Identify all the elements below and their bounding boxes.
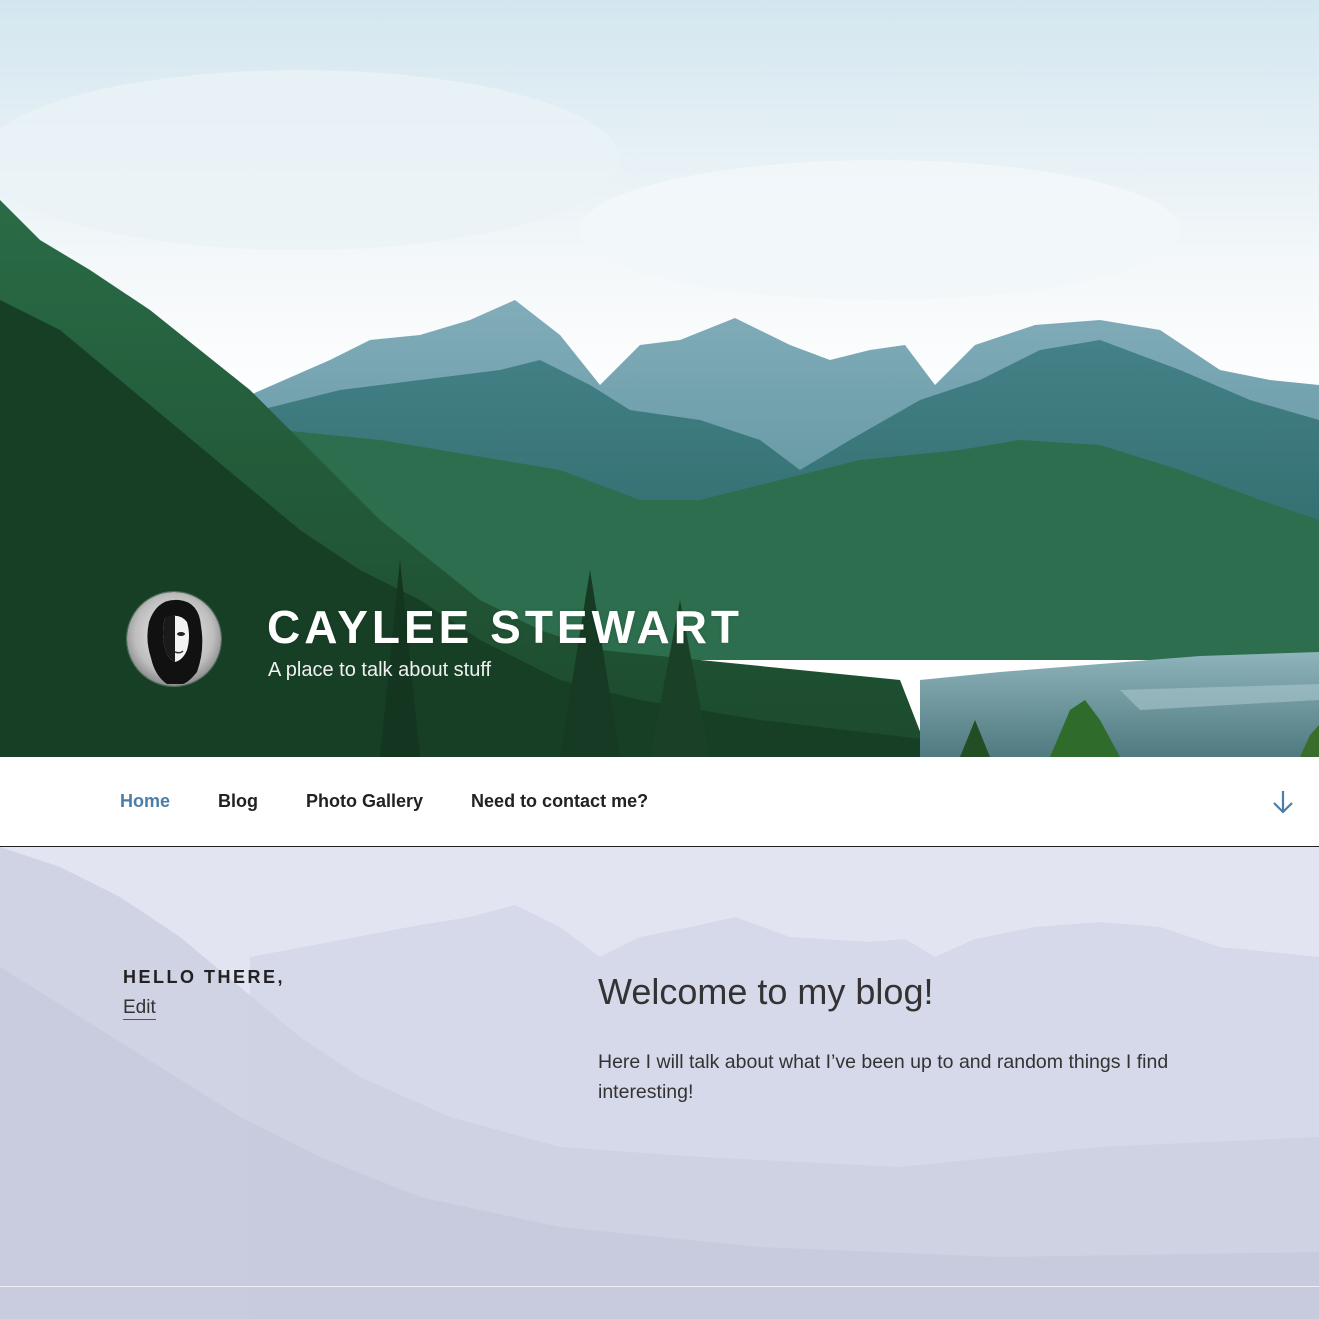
nav-item-blog[interactable]: Blog — [218, 791, 258, 812]
nav-item-home[interactable]: Home — [120, 791, 170, 812]
post-body: Here I will talk about what I’ve been up… — [598, 1051, 1169, 1103]
site-description: A place to talk about stuff — [268, 659, 492, 681]
site-title[interactable]: CAYLEE STEWART — [267, 600, 743, 654]
nav-item-photo-gallery[interactable]: Photo Gallery — [306, 791, 423, 812]
site-logo[interactable] — [127, 592, 221, 686]
site-branding: CAYLEE STEWART A place to talk about stu… — [127, 592, 1027, 692]
avatar-portrait-icon — [127, 592, 221, 686]
header-hero: CAYLEE STEWART A place to talk about stu… — [0, 0, 1319, 757]
arrow-down-icon — [1273, 791, 1293, 814]
panel-title: HELLO THERE, — [123, 967, 286, 987]
main-navigation: Home Blog Photo Gallery Need to contact … — [0, 757, 1319, 847]
post-title: Welcome to my blog! — [598, 971, 934, 1012]
edit-link[interactable]: Edit — [123, 997, 156, 1020]
nav-menu: Home Blog Photo Gallery Need to contact … — [120, 757, 696, 846]
nav-item-contact[interactable]: Need to contact me? — [471, 791, 648, 812]
scroll-down-button[interactable] — [1268, 787, 1298, 817]
section-divider — [0, 1286, 1319, 1287]
front-page-panel: HELLO THERE, Edit Welcome to my blog! He… — [0, 847, 1319, 1319]
